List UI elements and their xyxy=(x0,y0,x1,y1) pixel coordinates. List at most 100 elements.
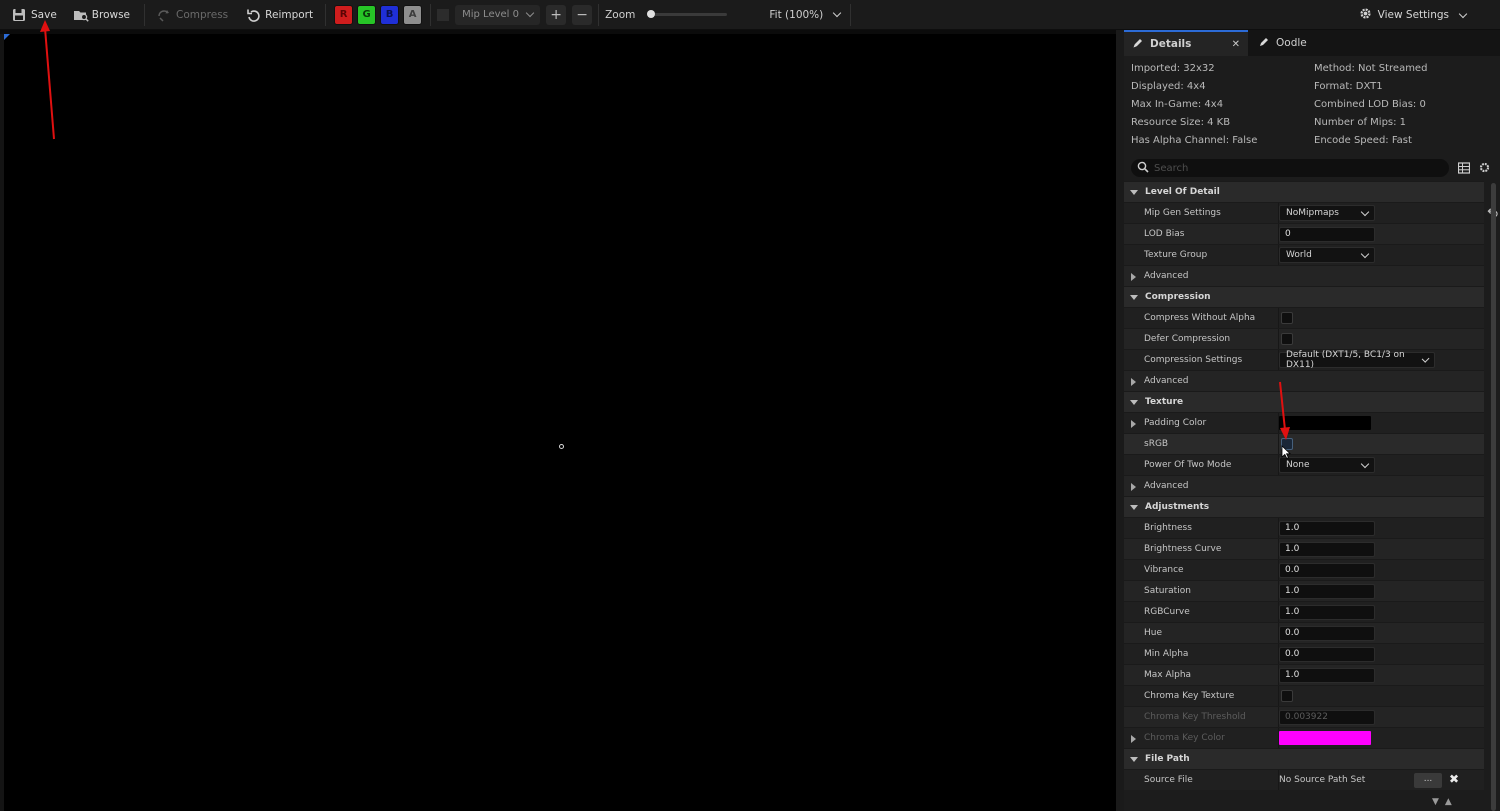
plus-icon: + xyxy=(550,6,562,23)
section-title: Texture xyxy=(1145,397,1184,407)
reimport-button[interactable]: Reimport xyxy=(240,3,319,27)
gear-icon xyxy=(1358,6,1373,24)
caret-right-icon[interactable] xyxy=(1131,735,1136,743)
property-label: Chroma Key Threshold xyxy=(1144,712,1246,722)
max-alpha-input[interactable]: 1.0 xyxy=(1279,667,1375,683)
zoom-fit-dropdown[interactable]: Fit (100%) xyxy=(765,9,844,21)
property-group-advanced[interactable]: Advanced xyxy=(1124,370,1484,391)
brightness-input[interactable]: 1.0 xyxy=(1279,520,1375,536)
info-number-of-mips: Number of Mips: 1 xyxy=(1314,117,1407,128)
blue-channel-toggle[interactable]: B xyxy=(380,4,400,25)
info-encode-speed: Encode Speed: Fast xyxy=(1314,135,1412,146)
mip-level-decrease-button[interactable]: − xyxy=(572,4,593,25)
vibrance-input[interactable]: 0.0 xyxy=(1279,562,1375,578)
dropdown-value: NoMipmaps xyxy=(1286,208,1339,218)
section-compression[interactable]: Compression xyxy=(1124,286,1484,307)
texture-info-right: Method: Not Streamed Format: DXT1 Combin… xyxy=(1314,60,1427,150)
pencil-icon xyxy=(1258,36,1270,51)
info-has-alpha: Has Alpha Channel: False xyxy=(1131,135,1258,146)
alpha-channel-toggle[interactable]: A xyxy=(403,4,423,25)
view-settings-label: View Settings xyxy=(1377,9,1449,21)
arrow-down-icon[interactable]: ▼ xyxy=(1432,797,1439,807)
clear-icon[interactable]: ✖ xyxy=(1449,772,1459,786)
property-group-advanced[interactable]: Advanced xyxy=(1124,265,1484,286)
property-hue: Hue 0.0 xyxy=(1124,622,1484,643)
details-bottom-arrows: ▼ ▲ xyxy=(1432,797,1452,807)
hue-input[interactable]: 0.0 xyxy=(1279,625,1375,641)
chevron-down-icon xyxy=(1458,9,1468,18)
chroma-key-color-swatch[interactable] xyxy=(1279,731,1371,745)
chevron-down-icon xyxy=(1360,459,1370,468)
zoom-slider[interactable] xyxy=(647,10,728,18)
property-label: Brightness Curve xyxy=(1144,544,1222,554)
browse-label: Browse xyxy=(91,8,131,21)
zoom-slider-thumb[interactable] xyxy=(647,10,656,18)
property-label: Brightness xyxy=(1144,523,1192,533)
property-brightness: Brightness 1.0 xyxy=(1124,517,1484,538)
details-scrollbar[interactable] xyxy=(1491,183,1496,811)
arrow-up-icon[interactable]: ▲ xyxy=(1445,797,1452,807)
lod-bias-input[interactable]: 0 xyxy=(1279,226,1375,242)
caret-right-icon xyxy=(1131,378,1136,386)
gear-icon[interactable] xyxy=(1478,159,1491,178)
padding-color-swatch[interactable] xyxy=(1279,416,1371,430)
rgb-curve-input[interactable]: 1.0 xyxy=(1279,604,1375,620)
property-group-advanced[interactable]: Advanced xyxy=(1124,475,1484,496)
chroma-key-texture-checkbox[interactable] xyxy=(1281,690,1293,702)
section-file-path[interactable]: File Path xyxy=(1124,748,1484,769)
dropdown-value: None xyxy=(1286,460,1310,470)
compression-settings-dropdown[interactable]: Default (DXT1/5, BC1/3 on DX11) xyxy=(1279,350,1435,370)
panel-tabs: Details ✕ Oodle xyxy=(1124,30,1500,56)
toolbar-separator xyxy=(850,3,852,26)
tab-details[interactable]: Details ✕ xyxy=(1124,30,1248,56)
compress-button[interactable]: Compress xyxy=(151,3,234,27)
caret-right-icon xyxy=(1131,483,1136,491)
property-label: Max Alpha xyxy=(1144,670,1192,680)
panel-splitter[interactable] xyxy=(1116,30,1124,811)
mip-level-increase-button[interactable]: + xyxy=(546,4,567,25)
view-settings-button[interactable]: View Settings xyxy=(1358,4,1468,26)
property-label: Power Of Two Mode xyxy=(1144,460,1232,470)
saturation-input[interactable]: 1.0 xyxy=(1279,583,1375,599)
mip-level-dropdown[interactable]: Mip Level 0 xyxy=(455,4,541,25)
texture-info-left: Imported: 32x32 Displayed: 4x4 Max In-Ga… xyxy=(1131,60,1257,150)
tab-oodle[interactable]: Oodle xyxy=(1250,30,1315,56)
source-file-browse-button[interactable]: ... xyxy=(1414,773,1442,788)
close-icon[interactable]: ✕ xyxy=(1232,39,1240,50)
details-search-box[interactable] xyxy=(1131,159,1449,177)
info-format: Format: DXT1 xyxy=(1314,81,1383,92)
save-button[interactable]: Save xyxy=(6,3,63,27)
min-alpha-input[interactable]: 0.0 xyxy=(1279,646,1375,662)
green-channel-toggle[interactable]: G xyxy=(357,4,377,25)
property-label: Texture Group xyxy=(1144,250,1208,260)
minus-icon: − xyxy=(576,6,588,23)
caret-right-icon[interactable] xyxy=(1131,420,1136,428)
property-label: Advanced xyxy=(1144,376,1189,386)
caret-down-icon xyxy=(1130,189,1138,195)
table-view-icon[interactable] xyxy=(1457,159,1471,178)
chroma-key-threshold-input[interactable]: 0.003922 xyxy=(1279,709,1375,725)
texture-viewport[interactable] xyxy=(4,34,1116,811)
property-chroma-key-texture: Chroma Key Texture xyxy=(1124,685,1484,706)
search-input[interactable] xyxy=(1154,162,1434,174)
section-texture[interactable]: Texture xyxy=(1124,391,1484,412)
brightness-curve-input[interactable]: 1.0 xyxy=(1279,541,1375,557)
power-of-two-mode-dropdown[interactable]: None xyxy=(1279,457,1375,473)
property-compression-settings: Compression Settings Default (DXT1/5, BC… xyxy=(1124,349,1484,370)
mip-gen-settings-dropdown[interactable]: NoMipmaps xyxy=(1279,205,1375,221)
compress-without-alpha-checkbox[interactable] xyxy=(1281,312,1293,324)
dropdown-value: Default (DXT1/5, BC1/3 on DX11) xyxy=(1286,350,1405,370)
section-adjustments[interactable]: Adjustments xyxy=(1124,496,1484,517)
property-min-alpha: Min Alpha 0.0 xyxy=(1124,643,1484,664)
red-channel-toggle[interactable]: R xyxy=(334,4,354,25)
section-title: Compression xyxy=(1145,292,1211,302)
property-label: Advanced xyxy=(1144,271,1189,281)
defer-compression-checkbox[interactable] xyxy=(1281,333,1293,345)
browse-button[interactable]: Browse xyxy=(67,3,136,27)
property-label: Min Alpha xyxy=(1144,649,1189,659)
property-srgb: sRGB xyxy=(1124,433,1484,454)
texture-group-dropdown[interactable]: World xyxy=(1279,247,1375,263)
section-level-of-detail[interactable]: Level Of Detail xyxy=(1124,181,1484,202)
zoom-fit-value: Fit (100%) xyxy=(769,8,824,21)
property-label: Compress Without Alpha xyxy=(1144,313,1256,323)
